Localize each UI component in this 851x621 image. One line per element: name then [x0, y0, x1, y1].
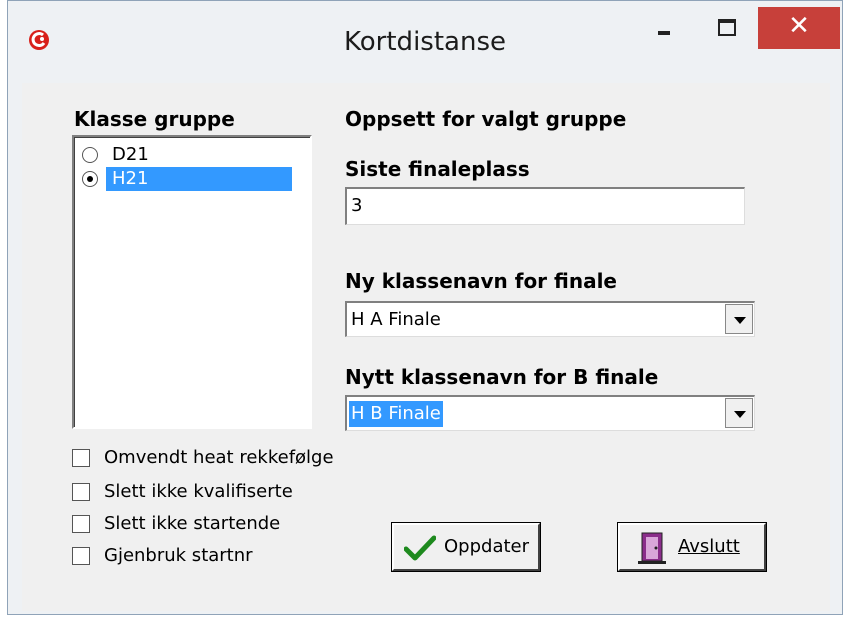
app-window: Kortdistanse ✕ Klasse gruppe D21 H21 Opp…: [7, 0, 843, 615]
final-name-label: Ny klassenavn for finale: [345, 269, 617, 293]
list-item-label: D21: [112, 144, 149, 165]
list-item-h21[interactable]: H21: [82, 167, 308, 191]
minimize-button[interactable]: [642, 9, 686, 49]
b-final-name-select[interactable]: H B Finale: [345, 395, 755, 431]
chevron-down-icon: [734, 317, 746, 324]
class-group-list[interactable]: D21 H21: [72, 135, 312, 429]
maximize-icon: [718, 19, 736, 36]
list-item-label: H21: [106, 167, 292, 191]
exit-button[interactable]: Avslutt: [617, 522, 767, 572]
exit-button-label: Avslutt: [678, 536, 740, 557]
reuse-bib-checkbox[interactable]: [72, 547, 90, 565]
checkbox-label: Slett ikke kvalifiserte: [104, 481, 293, 502]
last-place-input[interactable]: 3: [345, 187, 745, 225]
title-bar[interactable]: Kortdistanse ✕: [8, 1, 842, 83]
dropdown-button[interactable]: [725, 304, 753, 334]
radio-h21[interactable]: [82, 171, 98, 187]
checkmark-icon: [404, 535, 436, 561]
maximize-button[interactable]: [706, 9, 750, 49]
delete-unqualified-checkbox[interactable]: [72, 483, 90, 501]
checkbox-label: Slett ikke startende: [104, 513, 281, 534]
update-button-label: Oppdater: [444, 536, 530, 557]
final-name-value: H A Finale: [351, 309, 441, 330]
minimize-icon: [658, 31, 670, 35]
door-exit-icon: [638, 532, 666, 564]
b-final-name-value: H B Finale: [349, 401, 443, 427]
b-final-name-label: Nytt klassenavn for B finale: [345, 365, 659, 389]
radio-d21[interactable]: [82, 147, 98, 163]
class-group-label: Klasse gruppe: [74, 107, 235, 131]
last-place-label: Siste finaleplass: [345, 157, 530, 181]
list-item-d21[interactable]: D21: [82, 143, 308, 167]
checkbox-label: Omvendt heat rekkefølge: [104, 447, 334, 468]
dropdown-button[interactable]: [725, 398, 753, 428]
reverse-heat-checkbox[interactable]: [72, 449, 90, 467]
checkbox-label: Gjenbruk startnr: [104, 545, 253, 566]
final-name-select[interactable]: H A Finale: [345, 301, 755, 337]
close-button[interactable]: ✕: [758, 7, 840, 49]
delete-non-starters-checkbox[interactable]: [72, 515, 90, 533]
radio-selected-dot: [87, 176, 93, 182]
chevron-down-icon: [734, 411, 746, 418]
setup-heading: Oppsett for valgt gruppe: [345, 107, 627, 131]
close-icon: ✕: [788, 11, 810, 41]
update-button[interactable]: Oppdater: [391, 522, 541, 572]
dialog-body: Klasse gruppe D21 H21 Oppsett for valgt …: [22, 83, 830, 611]
